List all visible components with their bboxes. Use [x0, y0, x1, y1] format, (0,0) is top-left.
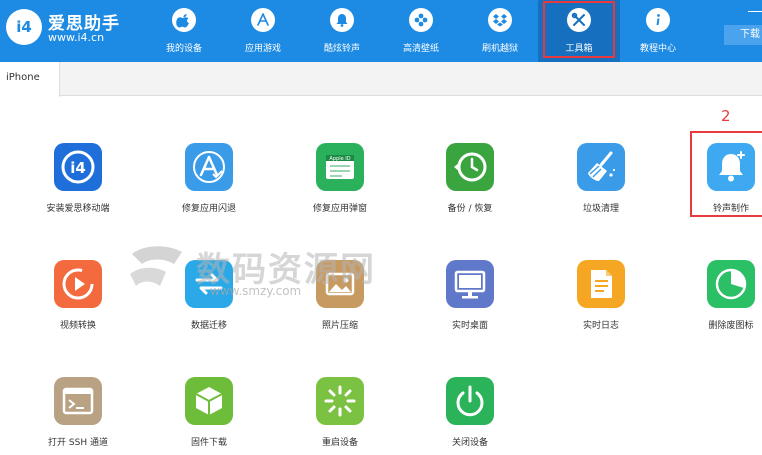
power-icon — [446, 377, 494, 425]
info-icon — [646, 8, 670, 32]
tool-label: 删除废图标 — [708, 321, 754, 331]
tool-label: 修复应用弹窗 — [312, 204, 367, 214]
tool-remove-dead-icons[interactable]: 删除废图标 — [671, 260, 762, 350]
app-store-icon — [251, 8, 275, 32]
nav-label: 应用游戏 — [244, 44, 281, 54]
tool-data-migrate[interactable]: 数据迁移 — [149, 260, 269, 350]
tool-label: 关闭设备 — [451, 438, 488, 448]
nav-label: 刷机越狱 — [481, 44, 518, 54]
terminal-icon — [54, 377, 102, 425]
tool-label: 实时日志 — [582, 321, 619, 331]
monitor-icon — [446, 260, 494, 308]
tool-label: 安装爱思移动端 — [46, 204, 110, 214]
tool-label: 重启设备 — [321, 438, 358, 448]
tool-open-ssh-tunnel[interactable]: 打开 SSH 通道 — [18, 377, 138, 455]
minimize-icon[interactable] — [748, 4, 762, 12]
logo-text: i4 — [16, 18, 32, 36]
i4-logo: i4 — [6, 9, 42, 45]
tool-install-i4-mobile[interactable]: i4 安装爱思移动端 — [18, 143, 138, 233]
apple-icon — [172, 8, 196, 32]
nav-flash-jailbreak[interactable]: 刷机越狱 — [459, 0, 541, 62]
tool-live-log[interactable]: 实时日志 — [541, 260, 661, 350]
tool-restart-device[interactable]: 重启设备 — [280, 377, 400, 455]
download-button[interactable]: 下载 — [724, 25, 762, 45]
tool-photo-compress[interactable]: 照片压缩 — [280, 260, 400, 350]
i4-app-icon: i4 — [54, 143, 102, 191]
tool-label: 固件下载 — [190, 438, 227, 448]
backup-restore-icon — [446, 143, 494, 191]
data-migrate-icon — [185, 260, 233, 308]
box-icon — [185, 377, 233, 425]
nav-label: 酷炫铃声 — [323, 44, 360, 54]
bell-icon — [330, 8, 354, 32]
annotation-box-toolbox — [543, 1, 615, 58]
annotation-number-2: 2 — [721, 107, 731, 125]
tool-fix-app-popup[interactable]: Apple ID 修复应用弹窗 — [280, 143, 400, 233]
tool-backup-restore[interactable]: 备份 / 恢复 — [410, 143, 530, 233]
tool-label: 照片压缩 — [321, 321, 358, 331]
flower-icon — [409, 8, 433, 32]
appleid-window-icon: Apple ID — [316, 143, 364, 191]
app-url: www.i4.cn — [48, 31, 105, 44]
tool-shutdown-device[interactable]: 关闭设备 — [410, 377, 530, 455]
log-document-icon — [577, 260, 625, 308]
tool-label: 实时桌面 — [451, 321, 488, 331]
nav-tutorials[interactable]: 教程中心 — [617, 0, 699, 62]
i4-toolbox-window: i4 爱思助手 www.i4.cn 我的设备 应用游戏 酷炫铃声 高清壁纸 刷机… — [0, 0, 762, 455]
tool-label: 视频转换 — [59, 321, 96, 331]
tool-label: 数据迁移 — [190, 321, 227, 331]
tab-iphone[interactable]: iPhone — [0, 62, 60, 97]
svg-text:Apple ID: Apple ID — [329, 156, 350, 162]
loading-spinner-icon — [316, 377, 364, 425]
app-repair-icon — [185, 143, 233, 191]
tab-label: iPhone — [6, 72, 40, 83]
photo-compress-icon — [316, 260, 364, 308]
nav-label: 教程中心 — [639, 44, 676, 54]
tool-firmware-download[interactable]: 固件下载 — [149, 377, 269, 455]
dropbox-icon — [488, 8, 512, 32]
tool-video-convert[interactable]: 视频转换 — [18, 260, 138, 350]
tool-label: 修复应用闪退 — [181, 204, 236, 214]
nav-my-device[interactable]: 我的设备 — [143, 0, 225, 62]
device-tab-bar: iPhone — [0, 62, 762, 97]
broom-icon — [577, 143, 625, 191]
nav-ringtones[interactable]: 酷炫铃声 — [301, 0, 383, 62]
nav-apps-games[interactable]: 应用游戏 — [222, 0, 304, 62]
video-convert-icon — [54, 260, 102, 308]
tool-fix-app-crash[interactable]: 修复应用闪退 — [149, 143, 269, 233]
svg-text:i4: i4 — [70, 159, 86, 177]
nav-label: 我的设备 — [165, 44, 202, 54]
tool-label: 垃圾清理 — [582, 204, 619, 214]
pie-clock-icon — [707, 260, 755, 308]
annotation-box-ringtone — [690, 131, 762, 217]
nav-wallpapers[interactable]: 高清壁纸 — [380, 0, 462, 62]
top-navigation-bar: i4 爱思助手 www.i4.cn 我的设备 应用游戏 酷炫铃声 高清壁纸 刷机… — [0, 0, 762, 62]
tool-junk-cleanup[interactable]: 垃圾清理 — [541, 143, 661, 233]
tool-label: 打开 SSH 通道 — [48, 438, 108, 448]
tool-live-desktop[interactable]: 实时桌面 — [410, 260, 530, 350]
tool-label: 备份 / 恢复 — [447, 204, 493, 214]
nav-label: 高清壁纸 — [402, 44, 439, 54]
